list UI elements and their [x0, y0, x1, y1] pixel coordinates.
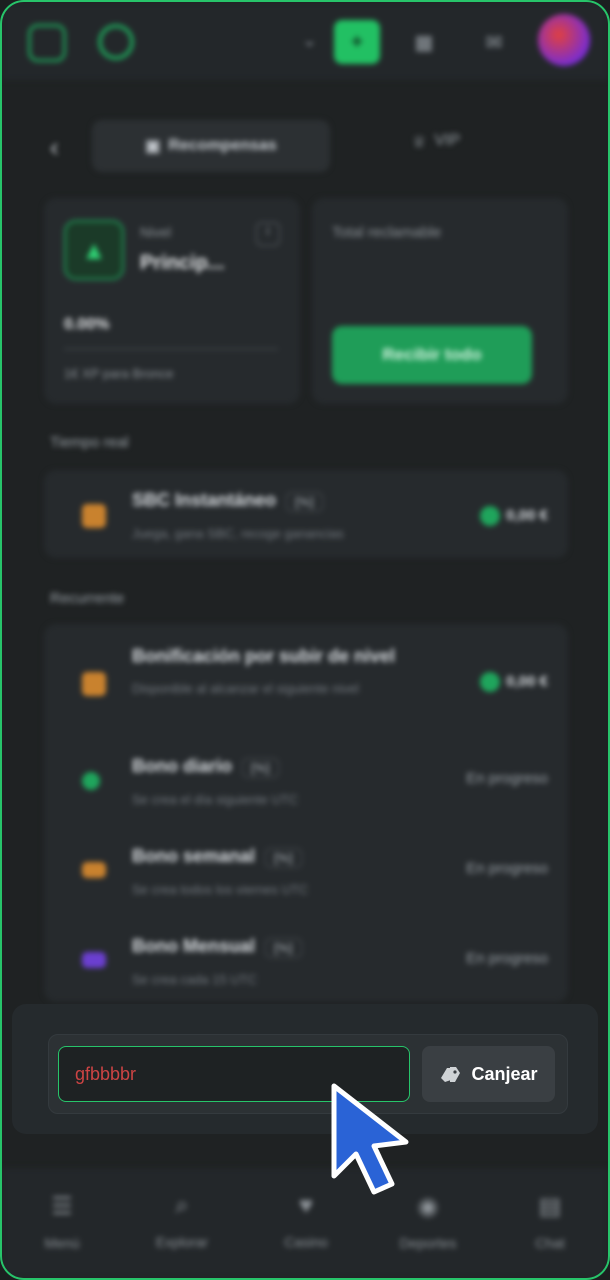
row-title: Bono Mensual [%] — [132, 936, 302, 958]
claim-all-button[interactable]: Recibir todo — [332, 326, 532, 384]
nav-item-casino[interactable]: ♥ Casino — [256, 1192, 356, 1250]
percent-badge: [%] — [242, 758, 279, 778]
top-bar: ⌄ + ▦ ✉ — [2, 2, 608, 80]
row-amount: 0,00 € — [480, 672, 548, 692]
section-title-recurring: Recurrente — [50, 590, 125, 607]
row-status: En progreso — [466, 770, 548, 787]
percent-badge: [%] — [265, 848, 302, 868]
calendar-month-icon — [82, 952, 106, 968]
menu-icon: ☰ — [51, 1193, 73, 1220]
percent-badge: [%] — [265, 938, 302, 958]
redeem-button[interactable]: Canjear — [422, 1046, 555, 1102]
chevron-down-icon[interactable]: ⌄ — [302, 30, 317, 51]
row-title-text: Bono semanal — [132, 846, 256, 866]
tag-icon — [441, 1067, 461, 1082]
row-title: Bono diario [%] — [132, 756, 279, 778]
tab-vip[interactable]: ♕ VIP — [412, 132, 460, 152]
row-status: En progreso — [466, 860, 548, 877]
level-card: ▲ Nivel Princip... i 0.00% 1€ XP para Br… — [44, 198, 300, 404]
next-level-text: 1€ XP para Bronce — [64, 366, 174, 381]
list-item[interactable]: Bono diario [%] Se crea el día siguiente … — [44, 742, 568, 822]
trophy-icon — [82, 672, 106, 696]
row-subtitle: Disponible al alcanzar el siguiente nive… — [132, 681, 359, 696]
recurring-card: Bonificación por subir de nivel Disponib… — [44, 624, 568, 1002]
gift-icon: ▣ — [145, 138, 161, 155]
row-title-text: SBC Instantáneo — [132, 490, 277, 510]
nav-item-menu[interactable]: ☰ Menú — [12, 1192, 112, 1251]
coin-icon — [480, 506, 501, 526]
pointer-cursor-icon — [331, 1083, 409, 1195]
total-claimable-label: Total reclamable — [332, 224, 442, 241]
row-title: Bonificación por subir de nivel — [132, 646, 396, 666]
crown-icon: ♕ — [412, 134, 427, 151]
redeem-button-label: Canjear — [471, 1063, 538, 1084]
bell-icon[interactable]: ✉ — [472, 20, 516, 64]
claim-card: Total reclamable Recibir todo — [312, 198, 568, 404]
level-label: Nivel — [140, 224, 172, 240]
progress-bar — [64, 348, 278, 350]
row-subtitle: Juega, gana SBC, recoge ganancias — [132, 526, 344, 541]
row-subtitle: Se crea cada 15 UTC — [132, 972, 258, 987]
row-title: SBC Instantáneo [%] — [132, 490, 323, 512]
deposit-button[interactable]: + — [334, 20, 380, 64]
nav-label: Explorar — [155, 1234, 209, 1250]
list-item[interactable]: Bonificación por subir de nivel Disponib… — [44, 642, 568, 722]
info-icon[interactable]: i — [256, 222, 280, 246]
calendar-week-icon — [82, 862, 106, 878]
brand-logo-icon[interactable] — [28, 24, 66, 62]
tab-vip-label: VIP — [434, 132, 461, 149]
nav-item-chat[interactable]: ▤ Chat — [500, 1192, 600, 1251]
row-subtitle: Se crea todos los viernes UTC — [132, 882, 309, 897]
briefcase-icon — [82, 504, 106, 528]
section-title-realtime: Tiempo real — [50, 434, 129, 451]
row-title-text: Bono Mensual — [132, 936, 256, 956]
back-button[interactable]: ‹ — [50, 132, 59, 163]
list-item[interactable]: Bono semanal [%] Se crea todos los vierne… — [44, 832, 568, 912]
row-status: En progreso — [466, 950, 548, 967]
row-amount: 0,00 € — [480, 506, 548, 526]
list-item[interactable]: Bono Mensual [%] Se crea cada 15 UTC En p… — [44, 922, 568, 1002]
nav-label: Menú — [44, 1235, 80, 1251]
row-title: Bono semanal [%] — [132, 846, 302, 868]
percent-badge: [%] — [286, 492, 323, 512]
tab-rewards[interactable]: ▣ Recompensas — [92, 120, 330, 172]
nav-item-explore[interactable]: ⌕ Explorar — [132, 1192, 232, 1250]
nav-item-sports[interactable]: ◉ Deportes — [378, 1192, 478, 1251]
level-progress: 0.00% — [64, 316, 110, 333]
coin-icon — [480, 672, 501, 692]
tab-rewards-label: Recompensas — [168, 137, 277, 154]
row-amount-text: 0,00 € — [506, 506, 548, 524]
level-badge-icon: ▲ — [64, 220, 124, 280]
chat-icon: ▤ — [538, 1193, 562, 1220]
gift-icon[interactable]: ▦ — [402, 20, 446, 64]
bottom-nav: ☰ Menú ⌕ Explorar ♥ Casino ◉ Deportes ▤ Chat — [2, 1168, 608, 1278]
realtime-card[interactable]: SBC Instantáneo [%] Juega, gana SBC, reco… — [44, 470, 568, 558]
row-amount-text: 0,00 € — [506, 672, 548, 690]
claim-all-label: Recibir todo — [382, 345, 482, 364]
nav-label: Deportes — [399, 1235, 457, 1251]
site-logo-icon[interactable] — [98, 24, 134, 60]
row-subtitle: Se crea el día siguiente UTC — [132, 792, 299, 807]
search-icon: ⌕ — [175, 1192, 189, 1219]
level-name: Princip... — [140, 252, 225, 274]
calendar-day-icon — [82, 772, 100, 790]
row-title-text: Bono diario — [132, 756, 232, 776]
nav-label: Casino — [284, 1234, 328, 1250]
app-frame: ⌄ + ▦ ✉ ‹ ▣ Recompensas ♕ VIP ▲ Nivel Pr… — [0, 0, 610, 1280]
nav-label: Chat — [535, 1235, 565, 1251]
avatar[interactable] — [538, 14, 590, 66]
